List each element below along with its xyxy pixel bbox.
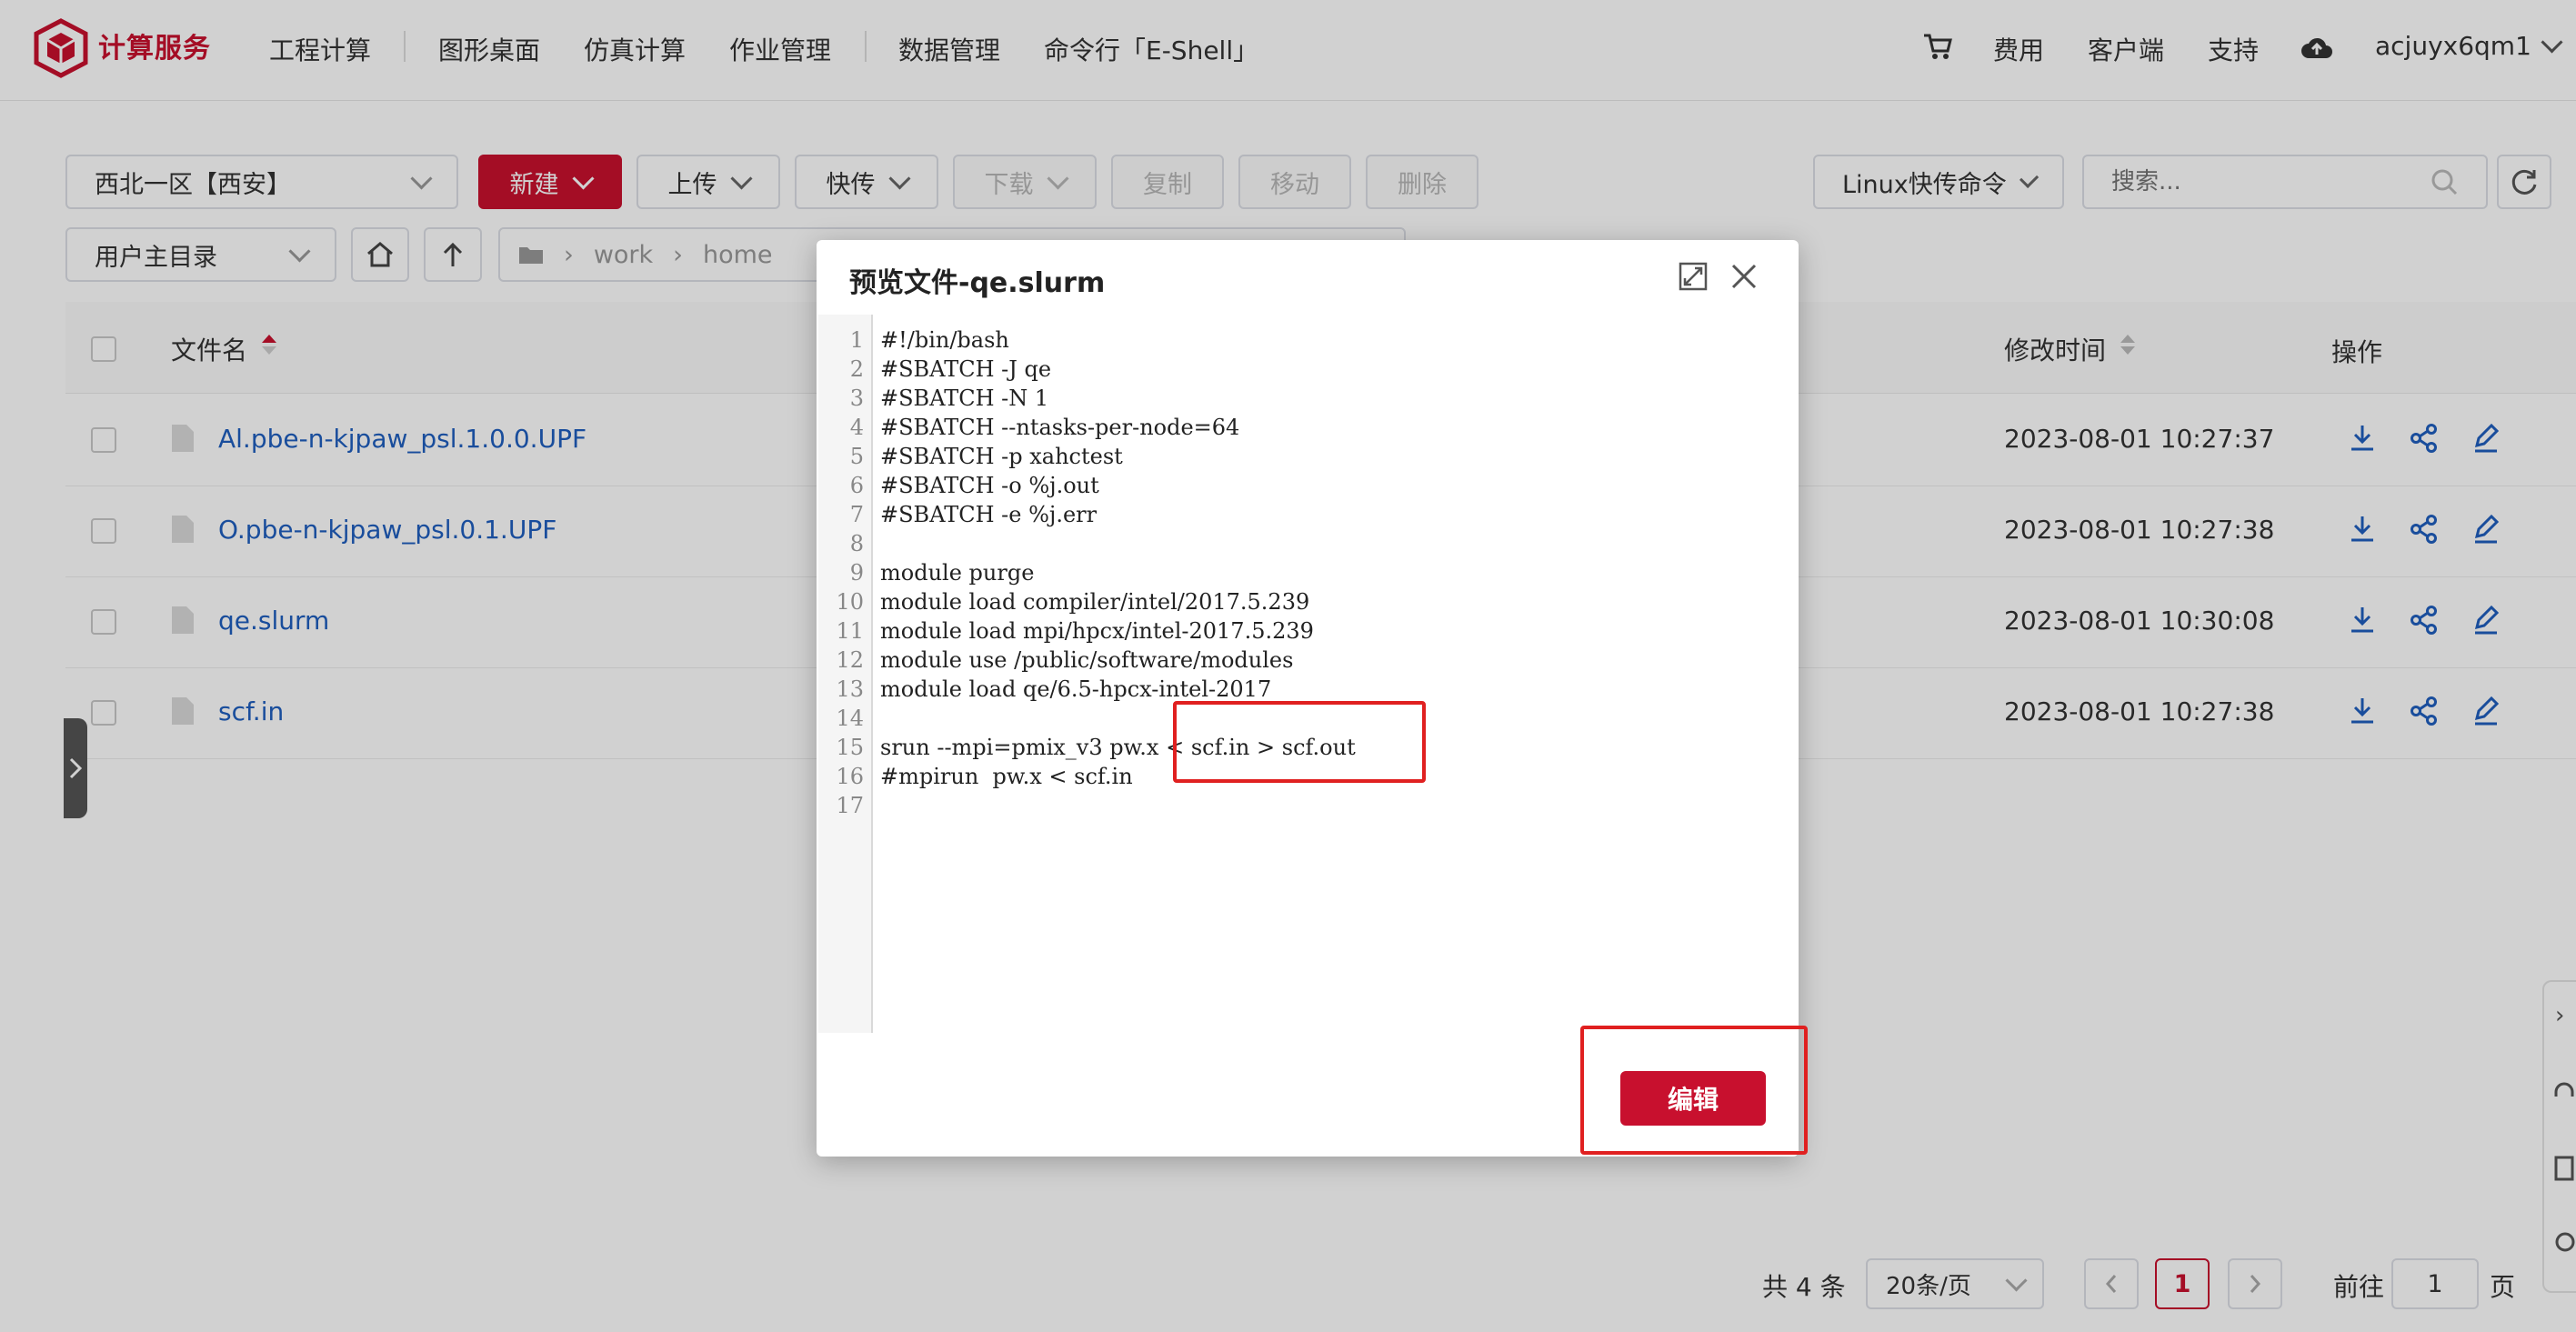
line-number: 3 <box>849 386 864 411</box>
code-preview[interactable]: 1 2 3 4 5 6 7 8 9 10 11 12 13 14 15 16 17 #!/bin/bash #SB… <box>818 315 1797 1033</box>
file-preview-dialog: 预览文件-qe.slurm 1 2 3 4 5 6 7 8 9 10 11 12 13 14 15 16 17 … <box>817 240 1808 1157</box>
code-line: #SBATCH -N 1 <box>880 386 1049 411</box>
code-line: module load qe/6.5-hpcx-intel-2017 <box>880 676 1272 702</box>
line-number: 14 <box>836 706 864 731</box>
code-line: #SBATCH -J qe <box>880 356 1052 382</box>
code-line: #SBATCH -e %j.err <box>880 502 1098 527</box>
edit-button[interactable]: 编辑 <box>1620 1071 1766 1126</box>
line-number: 9 <box>849 560 864 586</box>
code-line: module load compiler/intel/2017.5.239 <box>880 589 1310 615</box>
highlight-box-redirect <box>1173 701 1426 783</box>
code-line: #mpirun pw.x < scf.in <box>880 764 1133 789</box>
code-line: module use /public/software/modules <box>880 647 1294 673</box>
line-number: 8 <box>849 531 864 556</box>
line-number: 10 <box>836 589 864 615</box>
line-number: 6 <box>849 473 864 498</box>
code-line: module purge <box>880 560 1035 586</box>
line-number: 13 <box>836 676 864 702</box>
code-line: #SBATCH --ntasks-per-node=64 <box>880 415 1240 440</box>
line-number: 12 <box>836 647 864 673</box>
line-number: 15 <box>836 735 864 760</box>
line-number: 11 <box>836 618 864 644</box>
close-icon[interactable] <box>1729 262 1759 291</box>
line-number: 2 <box>849 356 864 382</box>
line-number: 1 <box>849 327 864 353</box>
line-number: 7 <box>849 502 864 527</box>
maximize-icon[interactable] <box>1679 262 1708 291</box>
dialog-title: 预览文件-qe.slurm <box>849 267 1106 299</box>
code-line: #SBATCH -p xahctest <box>880 444 1123 469</box>
line-number: 16 <box>836 764 864 789</box>
line-number: 4 <box>849 415 864 440</box>
line-number: 5 <box>849 444 864 469</box>
code-line: #!/bin/bash <box>880 327 1009 353</box>
line-number: 17 <box>836 793 864 818</box>
code-line: module load mpi/hpcx/intel-2017.5.239 <box>880 618 1314 644</box>
line-number-gutter: 1 2 3 4 5 6 7 8 9 10 11 12 13 14 15 16 17 <box>818 315 873 1033</box>
code-line: #SBATCH -o %j.out <box>880 473 1099 498</box>
